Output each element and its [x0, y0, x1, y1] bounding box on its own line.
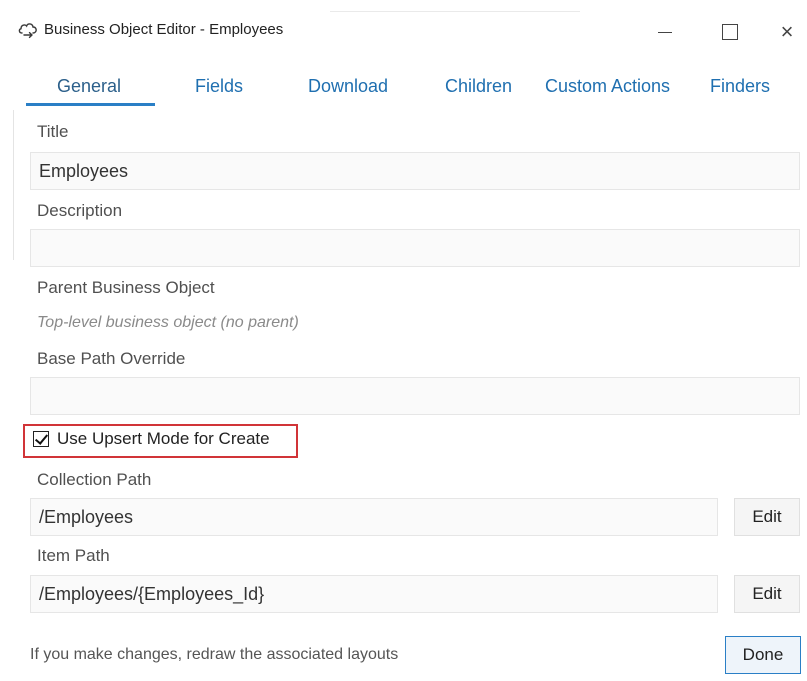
tab-custom-actions[interactable]: Custom Actions: [545, 76, 670, 97]
redraw-layouts-message: If you make changes, redraw the associat…: [30, 646, 399, 663]
upsert-mode-label[interactable]: Use Upsert Mode for Create: [57, 429, 270, 449]
left-divider: [13, 110, 14, 260]
tab-fields[interactable]: Fields: [195, 76, 243, 97]
tab-general[interactable]: General: [57, 76, 121, 97]
description-label: Description: [37, 201, 123, 220]
parent-business-object-label: Parent Business Object: [37, 278, 215, 297]
business-object-editor-window: Business Object Editor - Employees × Gen…: [0, 0, 807, 681]
maximize-icon[interactable]: [710, 14, 750, 50]
description-field[interactable]: [30, 229, 800, 267]
base-path-override-label: Base Path Override: [37, 349, 186, 368]
title-bar: Business Object Editor - Employees ×: [0, 0, 807, 62]
collection-path-edit-button[interactable]: Edit: [734, 498, 800, 536]
collection-path-label: Collection Path: [37, 470, 152, 489]
item-path-edit-button[interactable]: Edit: [734, 575, 800, 613]
done-button[interactable]: Done: [725, 636, 801, 674]
tab-finders[interactable]: Finders: [710, 76, 770, 97]
tab-children[interactable]: Children: [445, 76, 512, 97]
title-label: Title: [37, 122, 69, 141]
upsert-mode-checkbox[interactable]: [33, 431, 49, 447]
active-tab-indicator: [26, 103, 155, 106]
close-icon[interactable]: ×: [767, 14, 807, 50]
close-glyph: ×: [780, 19, 794, 44]
item-path-label: Item Path: [37, 546, 110, 565]
base-path-override-field[interactable]: [30, 377, 800, 415]
cloud-link-icon: [17, 20, 39, 40]
item-path-field[interactable]: /Employees/{Employees_Id}: [30, 575, 718, 613]
minimize-icon[interactable]: [645, 14, 685, 50]
collection-path-field[interactable]: /Employees: [30, 498, 718, 536]
parent-business-object-value: Top-level business object (no parent): [37, 314, 299, 331]
tab-bar: General Fields Download Children Custom …: [0, 66, 807, 108]
title-field[interactable]: Employees: [30, 152, 800, 190]
window-title: Business Object Editor - Employees: [44, 21, 284, 38]
tab-download[interactable]: Download: [308, 76, 388, 97]
